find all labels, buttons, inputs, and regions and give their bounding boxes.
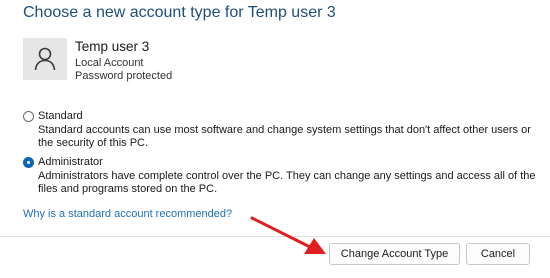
standard-label[interactable]: Standard: [38, 110, 83, 122]
standard-description: Standard accounts can use most software …: [38, 124, 531, 149]
person-icon: [34, 47, 56, 71]
user-name: Temp user 3: [75, 39, 150, 54]
account-kind: Local Account: [75, 57, 144, 69]
cancel-button[interactable]: Cancel: [466, 243, 530, 265]
change-account-type-button[interactable]: Change Account Type: [329, 243, 460, 265]
account-security: Password protected: [75, 70, 173, 82]
administrator-description: Administrators have complete control ove…: [38, 170, 536, 195]
standard-account-help-link[interactable]: Why is a standard account recommended?: [23, 208, 232, 220]
standard-radio[interactable]: [23, 111, 34, 122]
administrator-label[interactable]: Administrator: [38, 156, 103, 168]
change-account-type-dialog: Choose a new account type for Temp user …: [0, 0, 550, 278]
red-arrow-icon: [250, 216, 326, 254]
page-title: Choose a new account type for Temp user …: [23, 4, 336, 21]
avatar: [23, 38, 67, 80]
administrator-radio[interactable]: [23, 157, 34, 168]
